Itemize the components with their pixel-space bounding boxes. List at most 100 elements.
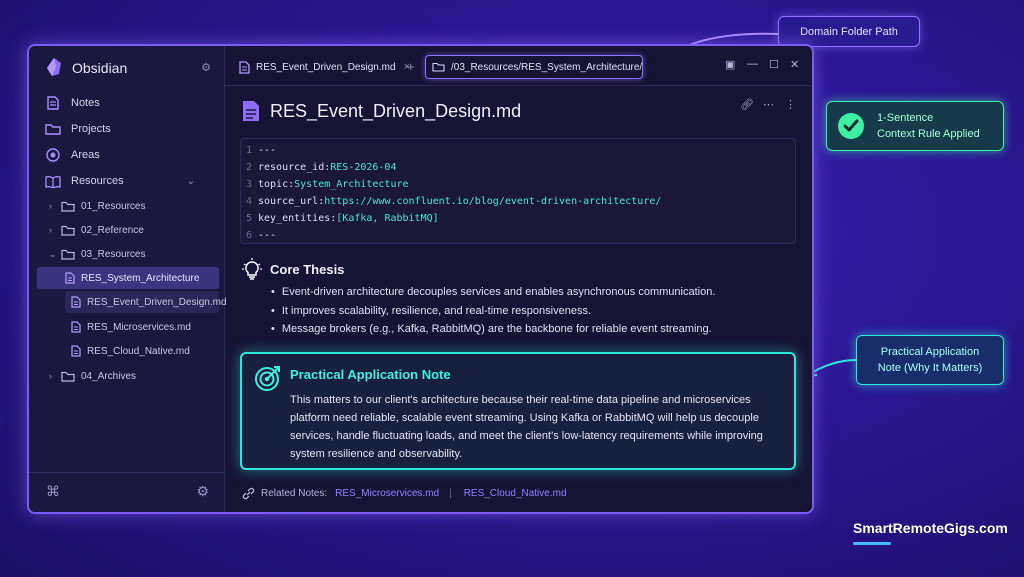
tab-active-note[interactable]: RES_Event_Driven_Design.md × [233,55,416,79]
tree-file-label: RES_System_Architecture [81,272,200,284]
domain-folder-path-callout: Domain Folder Path [778,16,920,47]
related-link-cloud-native[interactable]: RES_Cloud_Native.md [464,488,567,499]
practical-note-callout: Practical Application Note (Why It Matte… [856,335,1004,385]
document-icon [239,60,250,74]
core-thesis-title: Core Thesis [270,261,345,277]
lightbulb-icon [242,258,262,280]
kebab-menu-icon[interactable]: ⋮ [785,98,796,111]
new-tab-icon[interactable]: + [407,59,415,74]
sidebar-item-notes[interactable]: Notes [45,93,100,113]
link-icon[interactable]: 🔗︎ [740,98,754,111]
link-icon [242,487,255,500]
sidebar-header: Obsidian ⚙ [29,46,225,88]
tree-folder-04-archives[interactable]: › 04_Archives [49,366,136,386]
tree-folder-label: 04_Archives [81,370,137,382]
domain-folder-path-label: Domain Folder Path [800,25,898,38]
sidebar: Obsidian ⚙ Notes Projects Areas Resource… [29,46,227,512]
editor-pane: RES_Event_Driven_Design.md × + /03_Resou… [225,46,812,512]
app-name: Obsidian [72,60,128,76]
sidebar-item-label: Projects [71,123,111,135]
tree-folder-03-resources[interactable]: ⌄ 03_Resources [49,244,145,264]
sidebar-item-areas[interactable]: Areas [45,145,100,165]
tree-file-label: RES_Cloud_Native.md [87,345,190,357]
document-icon [45,95,61,111]
thesis-bullet: Message brokers (e.g., Kafka, RabbitMQ) … [271,323,712,335]
context-rule-line2: Context Rule Applied [877,128,980,140]
tree-folder-01-resources[interactable]: › 01_Resources [49,196,145,216]
sidebar-item-label: Resources [71,175,124,187]
folder-icon [61,371,75,382]
chevron-right-icon[interactable]: › [49,201,61,211]
obsidian-window: Obsidian ⚙ Notes Projects Areas Resource… [27,44,814,514]
tree-file-event-driven-design[interactable]: RES_Event_Driven_Design.md [65,291,227,313]
more-options-icon[interactable]: ⋯ [763,98,774,111]
practical-application-callout: Practical Application Note This matters … [240,352,796,470]
context-rule-callout: 1-Sentence Context Rule Applied [826,101,1004,151]
chevron-right-icon[interactable]: › [49,371,61,381]
sidebar-toggle-icon[interactable]: ⚙ [201,61,211,74]
code-line: 6 --- [246,230,277,241]
tree-file-cloud-native[interactable]: RES_Cloud_Native.md [65,340,219,362]
core-thesis-heading: Core Thesis [242,258,344,280]
book-icon [45,173,61,189]
related-notes: Related Notes: RES_Microservices.md | RE… [242,487,567,500]
brand-watermark: SmartRemoteGigs.com [853,520,1008,536]
callout-title: Practical Application Note [290,367,451,382]
tree-file-microservices[interactable]: RES_Microservices.md [65,316,219,338]
sidebar-item-projects[interactable]: Projects [45,119,111,139]
practical-note-line1: Practical Application [880,346,980,358]
sidebar-item-label: Notes [71,97,100,109]
folder-path-breadcrumb[interactable]: /03_Resources/RES_System_Architecture/ [425,55,643,79]
close-window-icon[interactable]: ✕ [790,58,799,71]
practical-note-line2: Note (Why It Matters) [877,362,983,374]
note-title: RES_Event_Driven_Design.md [242,100,521,122]
document-icon [71,345,81,357]
related-notes-label: Related Notes: [261,488,328,499]
folder-icon [432,62,445,72]
frontmatter-block[interactable]: 1 --- 2 resource_id: RES-2026-04 3 topic: S… [240,138,796,244]
tree-folder-label: 01_Resources [81,200,146,212]
code-line: 1 --- [246,145,277,156]
folder-icon [61,201,75,212]
gear-icon[interactable]: ⚙ [196,483,209,500]
chevron-down-icon[interactable]: ⌄ [49,249,61,260]
minimize-icon[interactable]: — [747,58,758,70]
check-circle-icon [838,113,864,139]
sidebar-item-label: Areas [71,149,100,161]
maximize-icon[interactable]: ☐ [769,58,779,71]
tree-folder-label: 03_Resources [81,248,146,260]
document-icon [65,272,75,284]
tree-file-label: RES_Microservices.md [87,321,191,333]
code-line: 4 source_url: https://www.confluent.io/bl… [246,196,662,207]
document-icon [71,296,81,308]
callout-body: This matters to our client's architectur… [290,394,763,460]
tree-file-system-architecture[interactable]: RES_System_Architecture [37,267,219,289]
tab-bar: RES_Event_Driven_Design.md × + /03_Resou… [225,46,812,86]
tree-folder-02-reference[interactable]: › 02_Reference [49,220,144,240]
tab-label: RES_Event_Driven_Design.md [256,61,396,73]
related-separator: | [449,488,452,499]
sidebar-item-resources[interactable]: Resources ⌄ [45,171,211,191]
note-title-text: RES_Event_Driven_Design.md [270,100,522,121]
target-arrow-icon [255,366,280,391]
brand-underline [853,542,891,545]
split-view-icon[interactable]: ▣ [725,58,735,71]
obsidian-logo-icon [47,58,61,76]
chevron-right-icon[interactable]: › [49,225,61,235]
chevron-down-icon[interactable]: ⌄ [187,176,195,187]
thesis-bullet: Event-driven architecture decouples serv… [271,286,716,298]
code-line: 5 key_entities: [Kafka, RabbitMQ] [246,213,439,224]
related-link-microservices[interactable]: RES_Microservices.md [335,488,439,499]
code-line: 2 resource_id: RES-2026-04 [246,162,397,173]
context-rule-line1: 1-Sentence [877,112,934,124]
tree-file-label: RES_Event_Driven_Design.md [87,296,227,308]
thesis-bullet: It improves scalability, resilience, and… [271,305,591,317]
folder-icon [61,225,75,236]
folder-icon [61,249,75,260]
folder-icon [45,121,61,137]
command-icon[interactable]: ⌘ [46,483,60,500]
sidebar-footer: ⌘ ⚙ [29,472,225,512]
document-icon [71,321,81,333]
target-icon [45,147,61,163]
tree-folder-label: 02_Reference [81,224,144,236]
